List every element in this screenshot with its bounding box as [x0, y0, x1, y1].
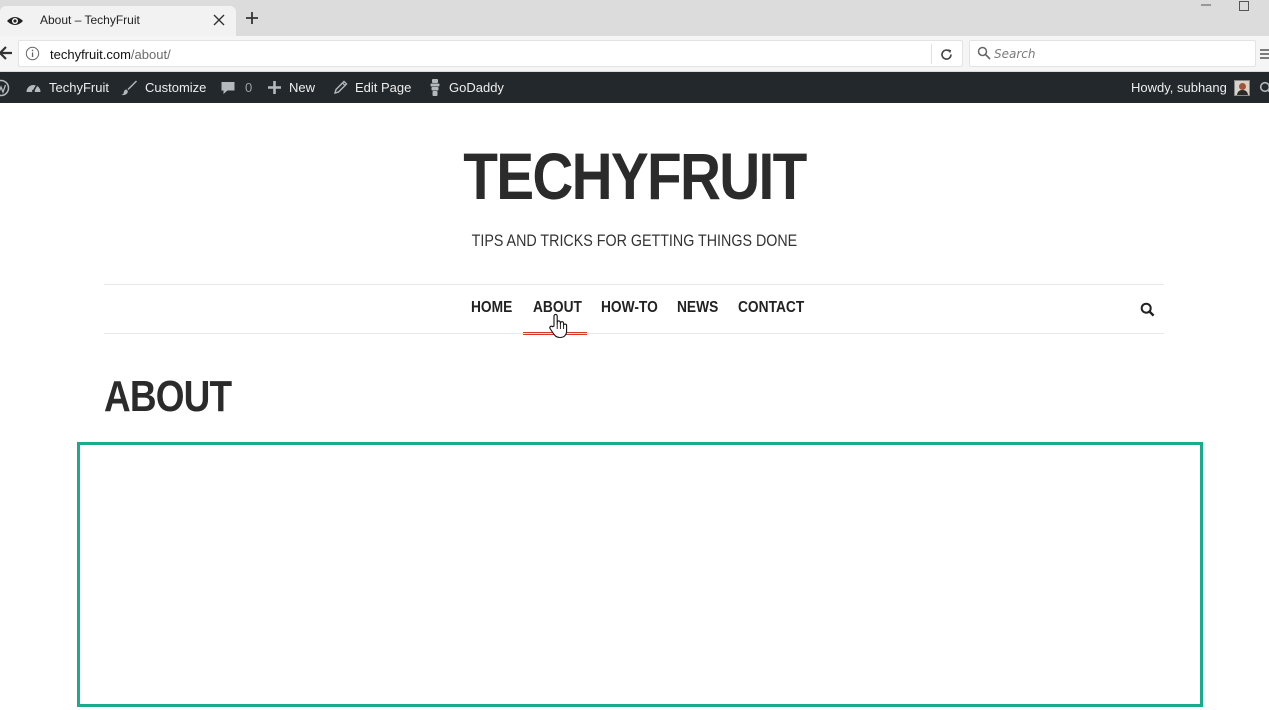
admin-bar-site-name[interactable]: TechyFruit [25, 72, 109, 103]
godaddy-label: GoDaddy [449, 80, 504, 95]
search-icon [977, 46, 991, 60]
admin-bar-account[interactable]: Howdy, subhang [1131, 72, 1250, 103]
menu-item-home[interactable]: HOME [471, 299, 512, 317]
admin-bar-edit-page[interactable]: Edit Page [333, 72, 411, 103]
site-title[interactable]: TECHYFRUIT [89, 138, 1180, 214]
comments-count: 0 [245, 80, 253, 95]
info-icon[interactable] [25, 46, 40, 61]
howdy-label: Howdy, subhang [1131, 80, 1227, 95]
pencil-icon [333, 80, 348, 95]
edit-page-label: Edit Page [355, 80, 412, 95]
plus-icon [268, 81, 281, 94]
hand-cursor-icon [549, 313, 568, 339]
brush-icon [121, 80, 137, 96]
browser-tab[interactable]: About – TechyFruit [0, 6, 236, 36]
close-icon[interactable] [211, 12, 227, 28]
new-label: New [289, 80, 316, 95]
wordpress-logo-icon [0, 79, 10, 96]
menu-item-contact[interactable]: CONTACT [738, 299, 804, 317]
browser-search-input[interactable] [994, 45, 1244, 63]
wp-admin-bar: TechyFruit Customize 0 New Edit Page GoD… [0, 72, 1269, 103]
address-bar[interactable]: techyfruit.com/about/ [18, 40, 963, 67]
admin-bar-customize[interactable]: Customize [121, 72, 206, 103]
back-arrow-icon[interactable] [0, 44, 14, 62]
tab-title: About – TechyFruit [40, 13, 140, 27]
menu-item-how-to[interactable]: HOW-TO [601, 299, 658, 317]
browser-tabstrip: About – TechyFruit [0, 0, 1269, 36]
site-tagline: TIPS AND TRICKS FOR GETTING THINGS DONE [471, 231, 798, 250]
eye-icon [7, 17, 23, 25]
menu-divider-top [104, 284, 1164, 285]
menu-item-news[interactable]: NEWS [677, 299, 718, 317]
customize-label: Customize [145, 80, 207, 95]
avatar [1233, 79, 1250, 96]
browser-navbar: techyfruit.com/about/ [0, 36, 1269, 72]
search-icon[interactable] [1140, 302, 1155, 317]
site-name-label: TechyFruit [49, 80, 109, 95]
menu-divider-bottom [104, 333, 1164, 334]
reload-icon[interactable] [939, 47, 954, 62]
godaddy-icon [430, 79, 440, 96]
browser-search-box[interactable] [969, 40, 1256, 67]
minimize-icon[interactable] [1199, 0, 1213, 10]
search-icon[interactable] [1259, 81, 1269, 95]
wordpress-menu[interactable] [0, 72, 10, 103]
comment-icon [221, 81, 235, 94]
admin-bar-godaddy[interactable]: GoDaddy [428, 72, 504, 103]
page-title: ABOUT [104, 372, 232, 421]
admin-bar-new[interactable]: New [267, 72, 315, 103]
admin-bar-comments[interactable]: 0 [220, 72, 252, 103]
highlighted-content-area [77, 442, 1203, 707]
overflow-icon[interactable] [1259, 48, 1269, 60]
maximize-icon[interactable] [1238, 0, 1250, 12]
new-tab-icon[interactable] [244, 10, 260, 26]
url-path: /about/ [130, 47, 171, 62]
url-text[interactable]: techyfruit.com/about/ [50, 47, 171, 62]
dashboard-icon [26, 85, 41, 93]
url-divider [931, 44, 932, 64]
url-domain: techyfruit.com [50, 47, 131, 62]
